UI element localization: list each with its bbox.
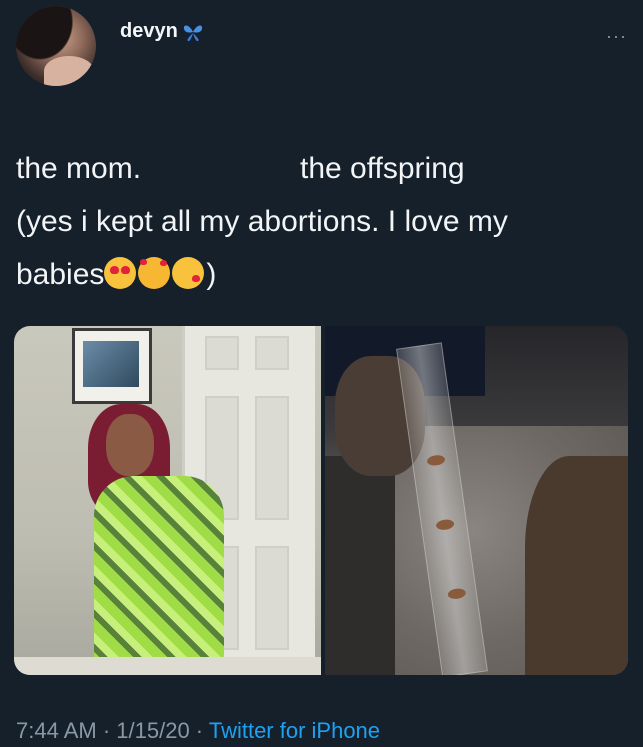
- person-face: [106, 414, 154, 476]
- tweet-date[interactable]: 1/15/20: [116, 718, 189, 743]
- media-grid: [14, 326, 628, 675]
- butterfly-icon: [183, 25, 202, 41]
- heart-eyes-emoji: [104, 257, 137, 289]
- caption-offspring: the offspring: [300, 152, 465, 185]
- username-text: devyn: [120, 20, 178, 42]
- arm: [325, 456, 395, 675]
- tweet-line-1: the mom. the offspring: [16, 142, 626, 195]
- photo-left[interactable]: [14, 326, 321, 675]
- avatar-shoulder: [44, 56, 94, 86]
- tweet-text: the mom. the offspring (yes i kept all m…: [16, 142, 626, 301]
- leg: [525, 456, 628, 675]
- tweet-line-3-text: babies: [16, 258, 105, 291]
- tweet-line-3: babies): [16, 248, 626, 301]
- floor: [14, 657, 321, 675]
- tweet-metadata: 7:44 AM · 1/15/20 · Twitter for iPhone: [16, 718, 380, 744]
- username[interactable]: devyn: [120, 20, 204, 43]
- wall-picture-frame: [72, 328, 152, 404]
- caption-mom: the mom.: [16, 152, 142, 185]
- more-options-button[interactable]: ···: [606, 26, 627, 47]
- separator-2: ·: [189, 718, 209, 743]
- tweet-line-2: (yes i kept all my abortions. I love my: [16, 205, 508, 238]
- person-outfit: [94, 476, 224, 666]
- tweet-time: 7:44 AM: [16, 718, 97, 743]
- separator: ·: [96, 718, 117, 743]
- tweet-card: devyn ··· the mom. the offspring (yes i …: [0, 0, 643, 747]
- avatar[interactable]: [16, 6, 96, 86]
- tweet-line-3-suffix: ): [206, 258, 217, 291]
- photo-right[interactable]: [325, 326, 628, 675]
- face-blowing-kiss-emoji: [172, 257, 205, 289]
- smiling-face-with-hearts-emoji: [138, 257, 171, 289]
- tweet-source-link[interactable]: Twitter for iPhone: [209, 718, 380, 743]
